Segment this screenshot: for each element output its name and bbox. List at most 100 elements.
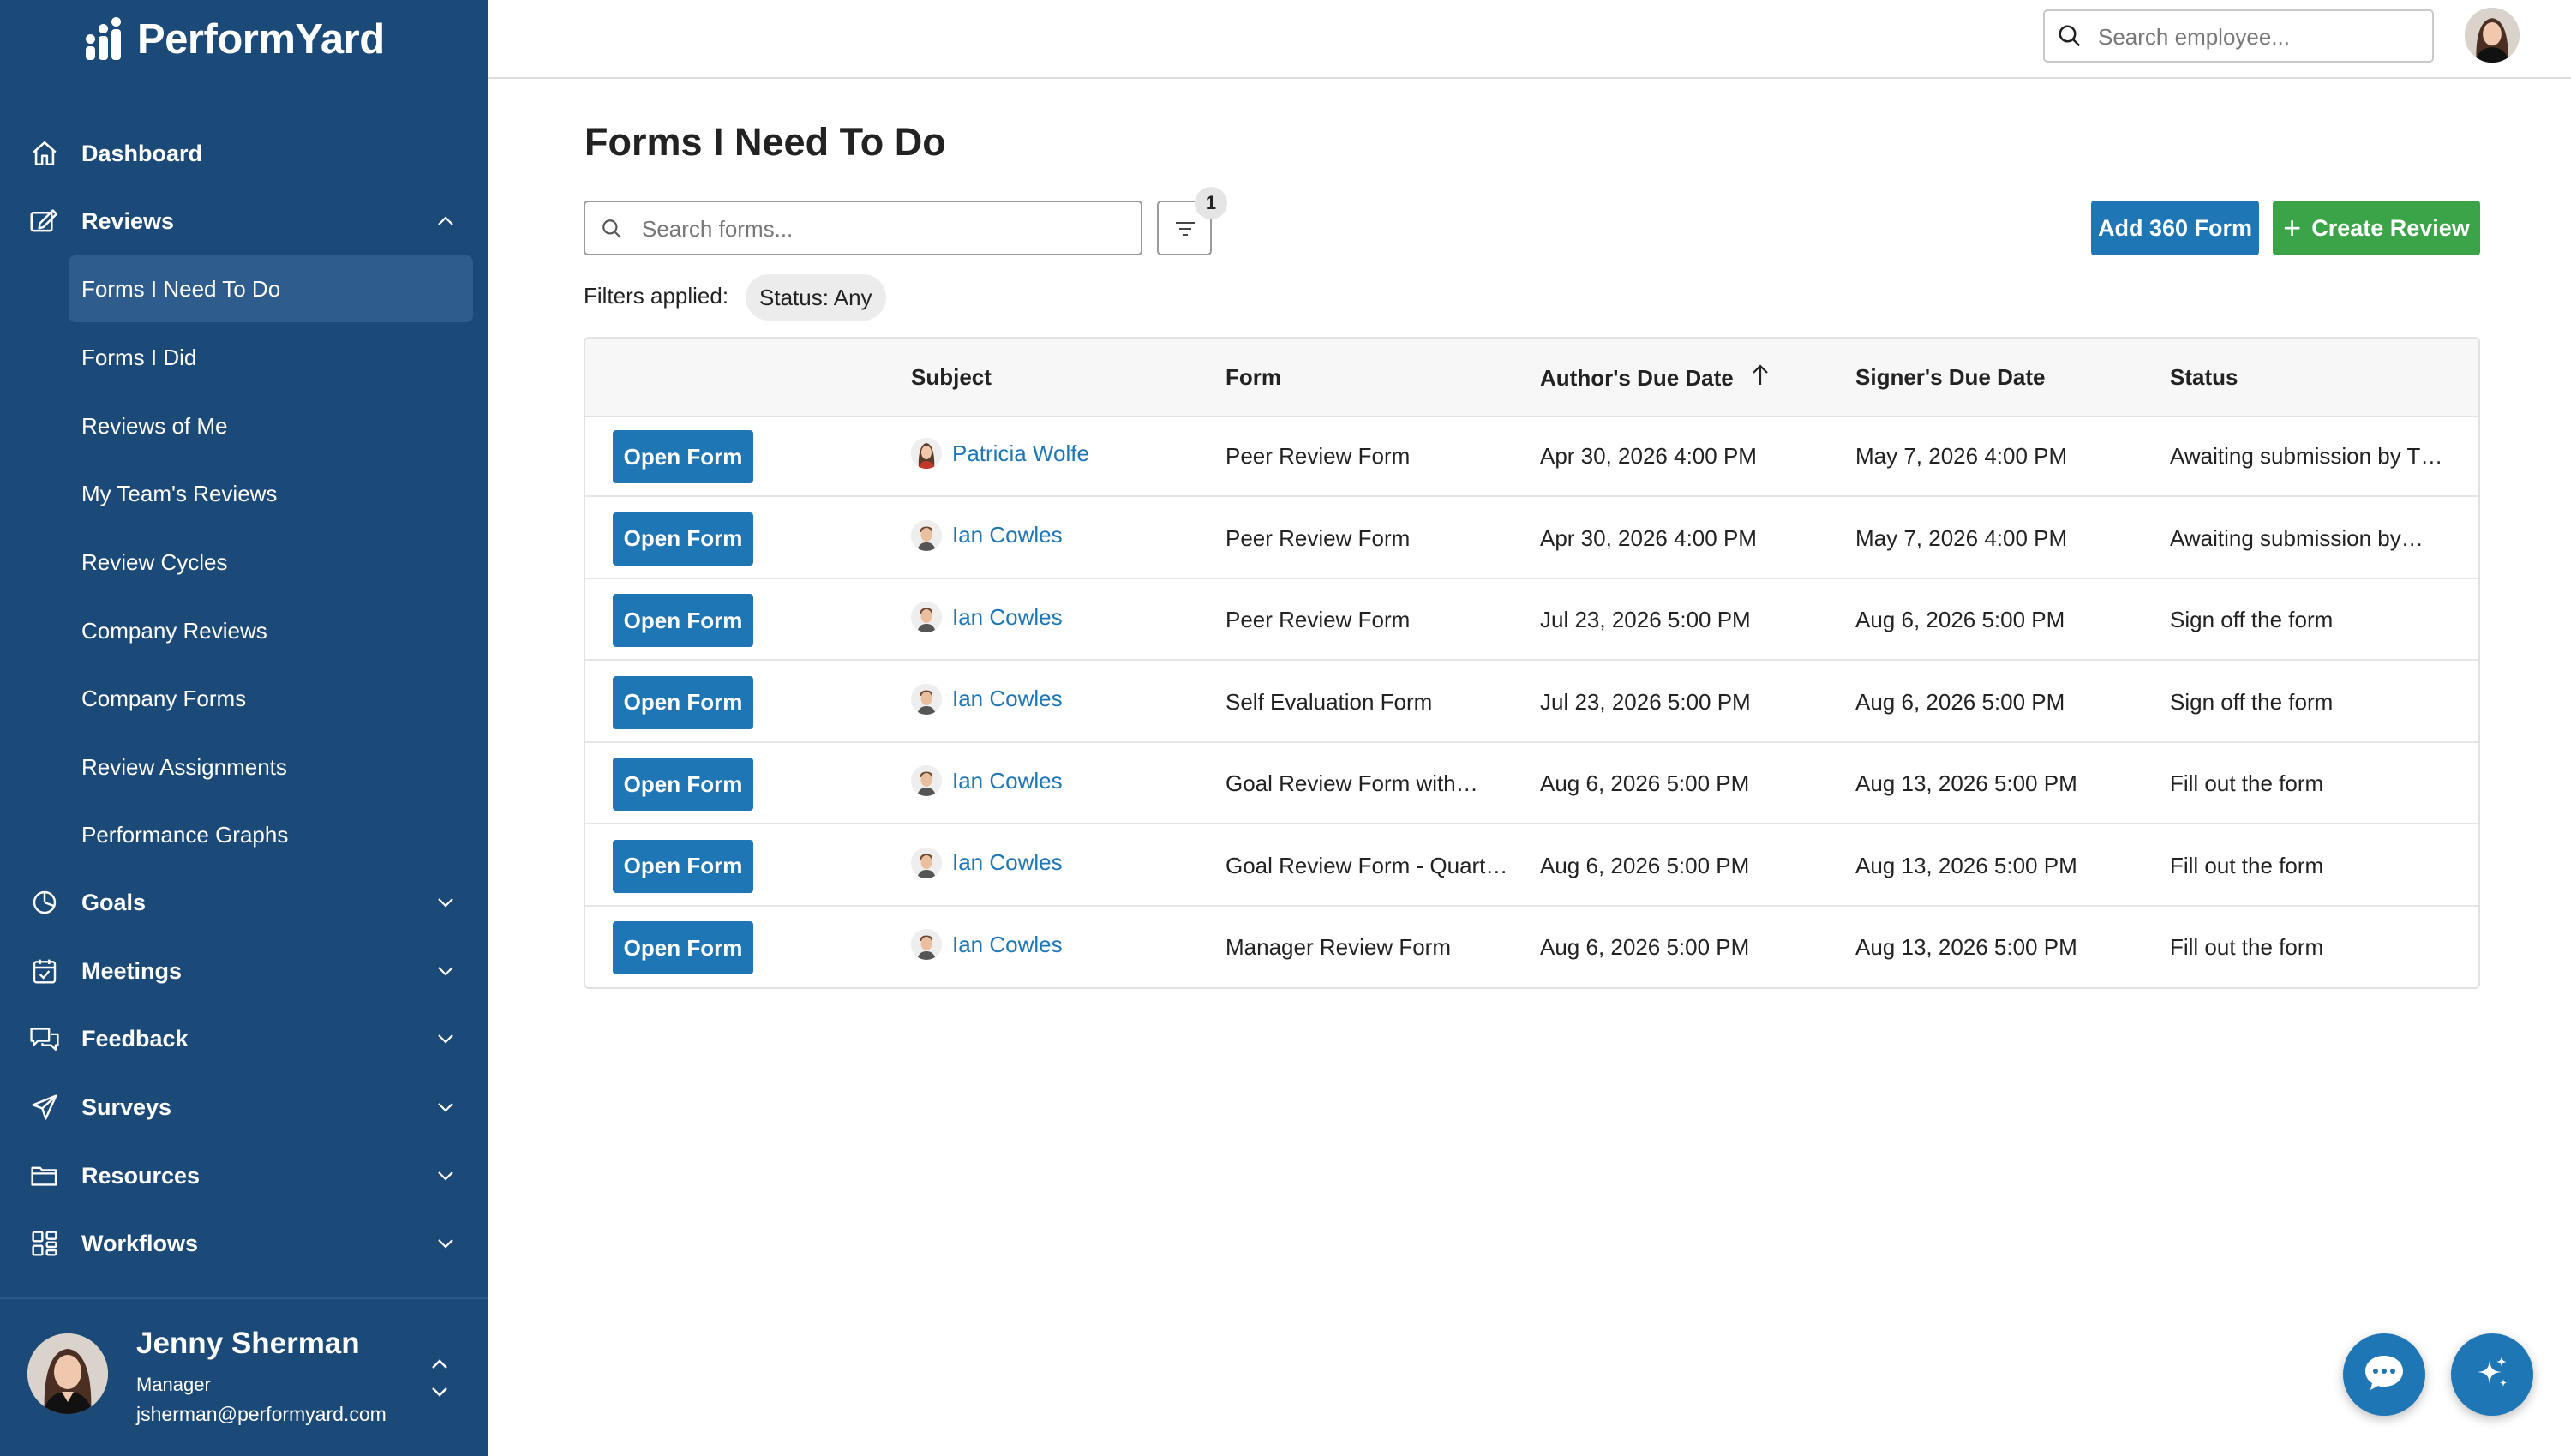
home-icon [27,136,62,171]
sidebar-subitem-review-cycles[interactable]: Review Cycles [69,529,473,596]
sidebar-subitem-forms-i-need-to-do[interactable]: Forms I Need To Do [69,255,473,322]
sort-ascending-icon [1751,364,1770,392]
subject-link[interactable]: Ian Cowles [952,686,1063,712]
author-due-date-cell: Aug 6, 2026 5:00 PM [1540,770,1750,796]
subject-avatar [911,602,942,632]
subject-link[interactable]: Ian Cowles [952,604,1063,631]
sidebar-subitem-forms-i-did[interactable]: Forms I Did [69,324,473,391]
sidebar-item-surveys[interactable]: Surveys [0,1080,488,1135]
subject-link[interactable]: Ian Cowles [952,849,1063,876]
table-row: Open Form Ian Cowles Goal Review Form with… [585,743,2478,824]
sidebar-item-goals[interactable]: Goals [0,875,488,930]
chevron-down-icon [435,961,456,981]
subject-avatar [911,765,942,796]
sidebar-item-label: Resources [81,1162,201,1189]
form-cell: Goal Review Form with… [1226,770,1478,796]
sidebar-subitem-label: Review Cycles [81,548,228,575]
subject-cell: Ian Cowles [911,929,1063,960]
form-cell: Self Evaluation Form [1226,688,1433,715]
sidebar-item-label: Goals [81,889,147,915]
status-filter-chip[interactable]: Status: Any [746,274,886,321]
sidebar-subitem-reviews-of-me[interactable]: Reviews of Me [69,392,473,459]
sidebar-subitem-company-reviews[interactable]: Company Reviews [69,597,473,664]
subject-link[interactable]: Patricia Wolfe [952,440,1089,467]
performyard-logo-icon [86,17,129,62]
sidebar-item-meetings[interactable]: Meetings [0,944,488,998]
open-form-button[interactable]: Open Form [613,594,753,647]
open-form-button[interactable]: Open Form [613,758,753,811]
brand-name: PerformYard [137,16,385,63]
user-email: jsherman@performyard.com [136,1403,387,1425]
sidebar-item-dashboard[interactable]: Dashboard [0,126,488,181]
sidebar-item-label: Reviews [81,207,175,234]
author-due-date-cell: Apr 30, 2026 4:00 PM [1540,443,1757,469]
forms-table: Subject Form Author's Due Date Signer's … [584,337,2480,989]
sidebar-subitem-company-forms[interactable]: Company Forms [69,665,473,732]
table-header: Subject Form Author's Due Date Signer's … [585,339,2478,417]
author-due-date-cell: Apr 30, 2026 4:00 PM [1540,524,1757,551]
chevron-down-icon [435,1097,456,1117]
sidebar-item-feedback[interactable]: Feedback [0,1011,488,1066]
chat-icon [2363,1353,2406,1397]
form-cell: Goal Review Form - Quarterly [1226,852,1508,878]
top-user-avatar[interactable] [2465,8,2520,63]
open-form-button[interactable]: Open Form [613,675,753,729]
column-header-status[interactable]: Status [2170,364,2238,391]
sidebar-subitem-label: Performance Graphs [81,821,289,848]
signer-due-date-cell: Aug 13, 2026 5:00 PM [1855,770,2077,796]
employee-search[interactable] [2043,9,2434,63]
table-row: Open Form Ian Cowles Goal Review Form - Qu… [585,825,2478,907]
form-cell: Peer Review Form [1226,524,1411,551]
status-cell: Fill out the form [2170,770,2324,796]
sidebar-item-resources[interactable]: Resources [0,1148,488,1203]
sidebar-item-workflows[interactable]: Workflows [0,1216,488,1271]
forms-search-input[interactable] [640,212,1124,246]
add-360-form-button[interactable]: Add 360 Form [2091,201,2259,255]
subject-avatar [911,683,942,715]
sidebar: PerformYard Dashboard Reviews Forms I Ne… [0,0,488,1456]
sidebar-subitem-performance-graphs[interactable]: Performance Graphs [69,801,473,868]
status-cell: Fill out the form [2170,934,2324,960]
create-review-button[interactable]: + Create Review [2273,201,2480,255]
employee-search-input[interactable] [2096,20,2425,54]
goals-icon [27,885,62,920]
open-form-button[interactable]: Open Form [613,839,753,893]
signer-due-date-cell: Aug 6, 2026 5:00 PM [1855,688,2065,715]
workflows-icon [27,1226,62,1261]
open-form-button[interactable]: Open Form [613,921,753,974]
subject-link[interactable]: Ian Cowles [952,932,1063,958]
column-header-subject[interactable]: Subject [911,364,992,391]
column-header-authors-due-date[interactable]: Author's Due Date [1540,364,1770,392]
open-form-button[interactable]: Open Form [613,512,753,566]
brand-logo[interactable]: PerformYard [86,12,385,67]
ai-sparkle-icon [2472,1353,2512,1397]
subject-cell: Ian Cowles [911,765,1063,796]
ai-assistant-button[interactable] [2451,1333,2533,1416]
column-header-signers-due-date[interactable]: Signer's Due Date [1855,364,2045,391]
chevron-down-icon [435,1165,456,1186]
sidebar-item-label: Workflows [81,1230,199,1256]
signer-due-date-cell: Aug 6, 2026 5:00 PM [1855,607,2065,632]
sidebar-item-reviews[interactable]: Reviews [0,194,488,249]
subject-avatar [911,929,942,960]
subject-link[interactable]: Ian Cowles [952,768,1063,794]
column-header-form[interactable]: Form [1226,364,1281,391]
status-cell: Fill out the form [2170,852,2324,878]
open-form-button[interactable]: Open Form [613,430,753,483]
subject-link[interactable]: Ian Cowles [952,522,1063,548]
user-avatar[interactable] [27,1333,108,1414]
author-due-date-cell: Aug 6, 2026 5:00 PM [1540,934,1750,960]
sidebar-subitem-review-assignments[interactable]: Review Assignments [69,734,473,800]
sidebar-item-label: Meetings [81,957,183,984]
forms-search[interactable] [584,201,1142,255]
user-menu-toggle-icon[interactable] [428,1354,451,1402]
sidebar-subitem-my-teams-reviews[interactable]: My Team's Reviews [69,460,473,527]
sidebar-divider [0,1297,488,1299]
table-row: Open Form Ian Cowles Peer Review Form Jul 2… [585,579,2478,661]
folder-icon [27,1159,62,1193]
chat-button[interactable] [2343,1333,2425,1416]
page-title: Forms I Need To Do [584,120,946,164]
sidebar-subitem-label: Company Forms [81,685,247,711]
status-cell: Awaiting submission by T… [2170,443,2443,469]
user-role: Manager [136,1374,211,1395]
